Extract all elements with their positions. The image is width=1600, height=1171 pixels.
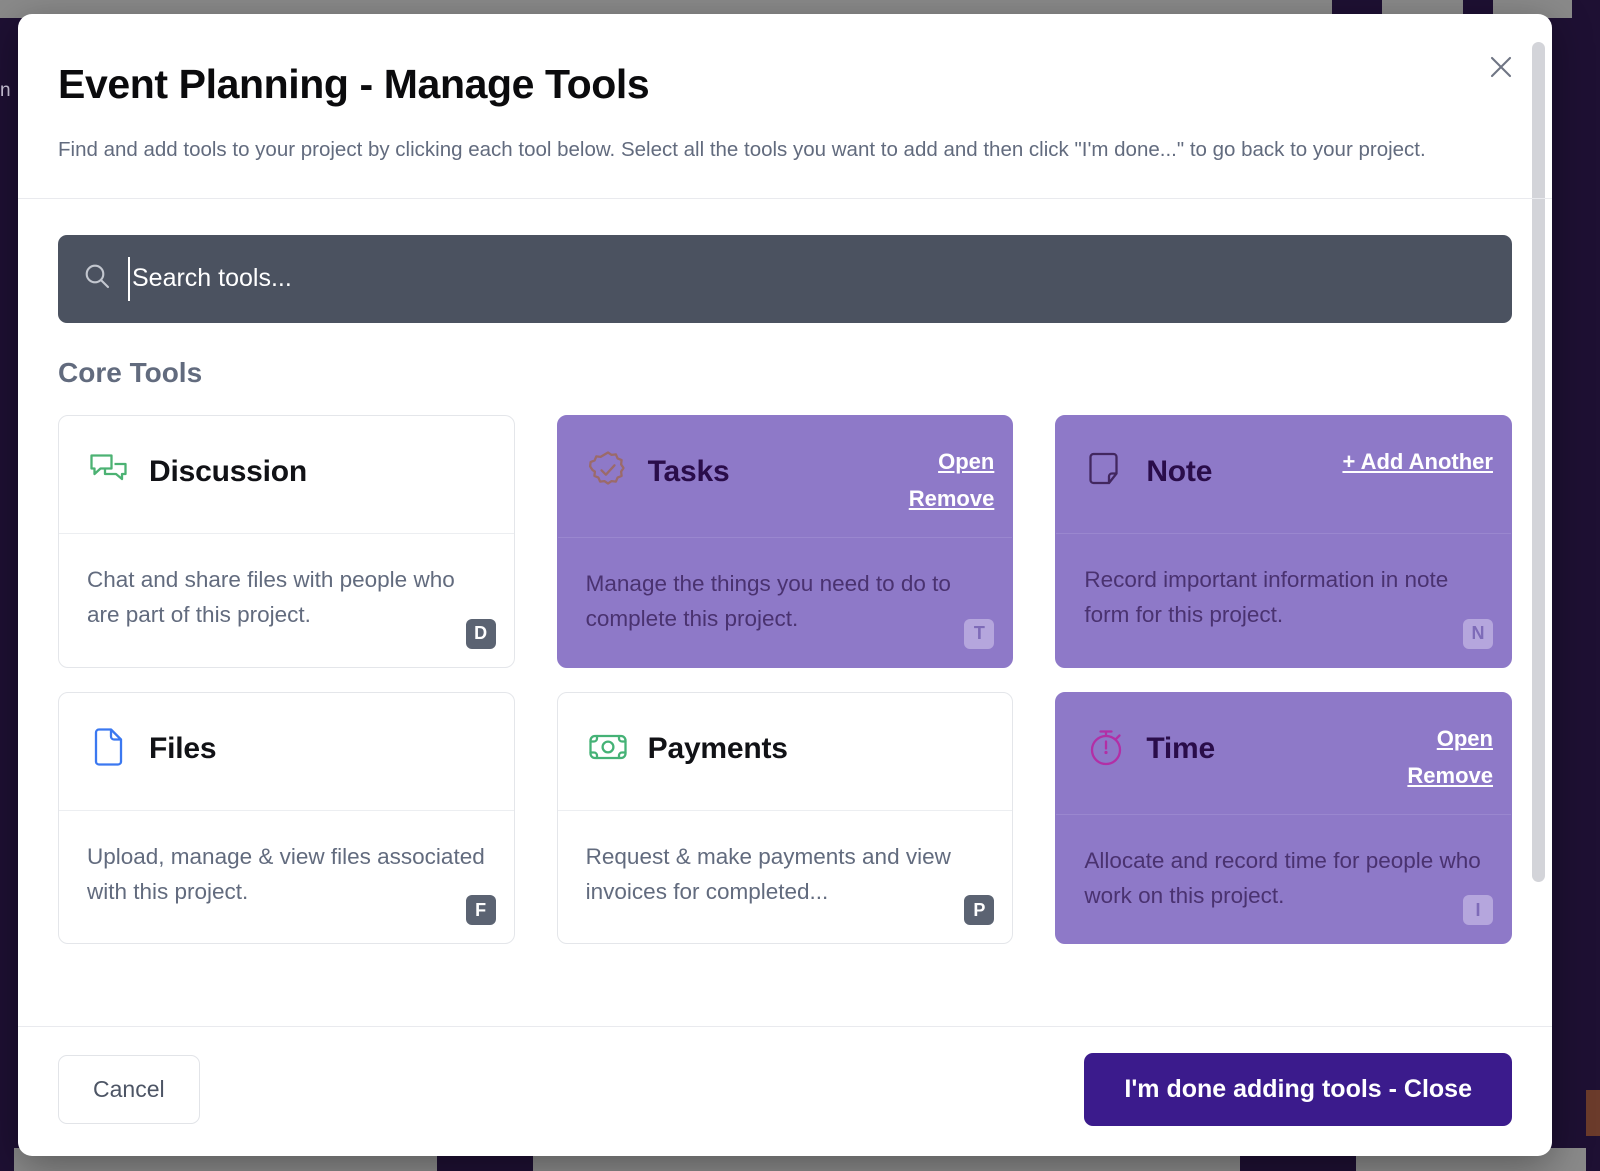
tool-card-body: Chat and share files with people who are… [59,534,514,667]
keyboard-shortcut-badge: N [1462,618,1493,649]
tool-card-header: Payments [557,693,1013,811]
file-document-icon [87,725,131,774]
background-right-strip [1586,0,1600,1171]
tool-description: Chat and share files with people who are… [87,566,455,627]
tool-card-payments[interactable]: Payments Request & make payments and view… [556,691,1014,945]
keyboard-shortcut-badge: F [465,895,496,926]
search-bar[interactable] [58,234,1512,323]
tool-card-identity: Discussion [87,442,307,497]
tool-name: Discussion [149,455,308,489]
tool-action-remove[interactable]: Remove [909,483,995,515]
note-page-icon [1084,448,1128,497]
keyboard-shortcut-badge: D [465,618,496,649]
tool-name: Tasks [647,455,730,489]
keyboard-shortcut-badge: I [1462,895,1493,926]
chat-bubbles-icon [87,448,131,497]
tool-name: Payments [647,732,788,765]
tool-card-identity: Files [87,719,217,774]
done-adding-tools-button[interactable]: I'm done adding tools - Close [1084,1053,1512,1126]
tool-card-header: Note + Add Another [1056,416,1511,534]
tool-card-body: Upload, manage & view files associated w… [59,811,514,944]
tool-card-actions: Open Remove [1407,719,1493,793]
tool-card-tasks[interactable]: Tasks Open Remove Manage the things you nee… [556,414,1014,668]
tool-card-header: Tasks Open Remove [557,416,1013,539]
modal-header: Event Planning - Manage Tools Find and a… [18,14,1552,199]
tool-description: Allocate and record time for people who … [1084,848,1481,909]
modal-footer: Cancel I'm done adding tools - Close [18,1026,1552,1156]
tool-card-identity: Payments [586,719,788,774]
tool-card-note[interactable]: Note + Add Another Record important inform… [1055,414,1512,668]
tool-description: Manage the things you need to do to comp… [585,571,951,632]
tool-card-time[interactable]: Time Open Remove Allocate and record time f… [1055,691,1512,945]
close-button[interactable] [1478,44,1524,90]
close-icon [1488,54,1514,80]
tool-card-identity: Time [1084,719,1215,774]
keyboard-shortcut-badge: P [964,895,995,926]
background-brown-accent [1586,1090,1600,1136]
text-cursor [128,256,130,301]
cancel-button[interactable]: Cancel [58,1055,200,1124]
tool-name: Note [1146,455,1213,489]
tool-card-body: Request & make payments and view invoice… [558,811,1013,944]
keyboard-shortcut-badge: T [964,618,995,649]
tool-card-files[interactable]: Files Upload, manage & view files associa… [58,691,515,945]
tool-description: Upload, manage & view files associated w… [87,843,485,904]
tool-card-header: Time Open Remove [1056,693,1511,816]
tool-card-identity: Tasks [586,442,730,497]
banknote-icon [586,725,630,774]
modal-subtitle: Find and add tools to your project by cl… [58,138,1426,162]
stopwatch-icon [1084,725,1128,774]
tool-card-actions: Open Remove [909,442,995,516]
background-sidebar-text: n [0,80,11,101]
manage-tools-modal: Event Planning - Manage Tools Find and a… [18,14,1552,1156]
tool-description: Record important information in note for… [1084,566,1449,627]
tool-card-discussion[interactable]: Discussion Chat and share files with peop… [58,414,515,668]
tool-card-body: Record important information in note for… [1056,534,1511,667]
tool-grid: Discussion Chat and share files with peop… [58,414,1512,945]
tool-card-body: Allocate and record time for people who … [1056,815,1511,943]
tool-description: Request & make payments and view invoice… [585,843,951,904]
tool-card-identity: Note [1084,442,1212,497]
tool-name: Files [149,732,217,765]
tool-action-remove[interactable]: Remove [1407,760,1493,792]
tool-card-actions: + Add Another [1342,442,1493,478]
background-bottom-chip [0,1148,14,1171]
tool-action-open[interactable]: Open [1437,723,1493,755]
tool-card-header: Files [59,693,514,811]
modal-body: Core Tools Discussion Chat and share file… [18,199,1552,1026]
tool-name: Time [1146,732,1216,765]
section-title-core-tools: Core Tools [58,356,203,388]
tool-action-add-another[interactable]: + Add Another [1342,446,1493,478]
tool-card-body: Manage the things you need to do to comp… [558,538,1013,666]
tool-card-header: Discussion [59,416,514,534]
search-input[interactable] [132,264,1488,294]
check-badge-icon [586,448,630,497]
search-icon [82,261,112,296]
page-title: Event Planning - Manage Tools [58,61,650,107]
tool-action-open[interactable]: Open [938,446,994,478]
